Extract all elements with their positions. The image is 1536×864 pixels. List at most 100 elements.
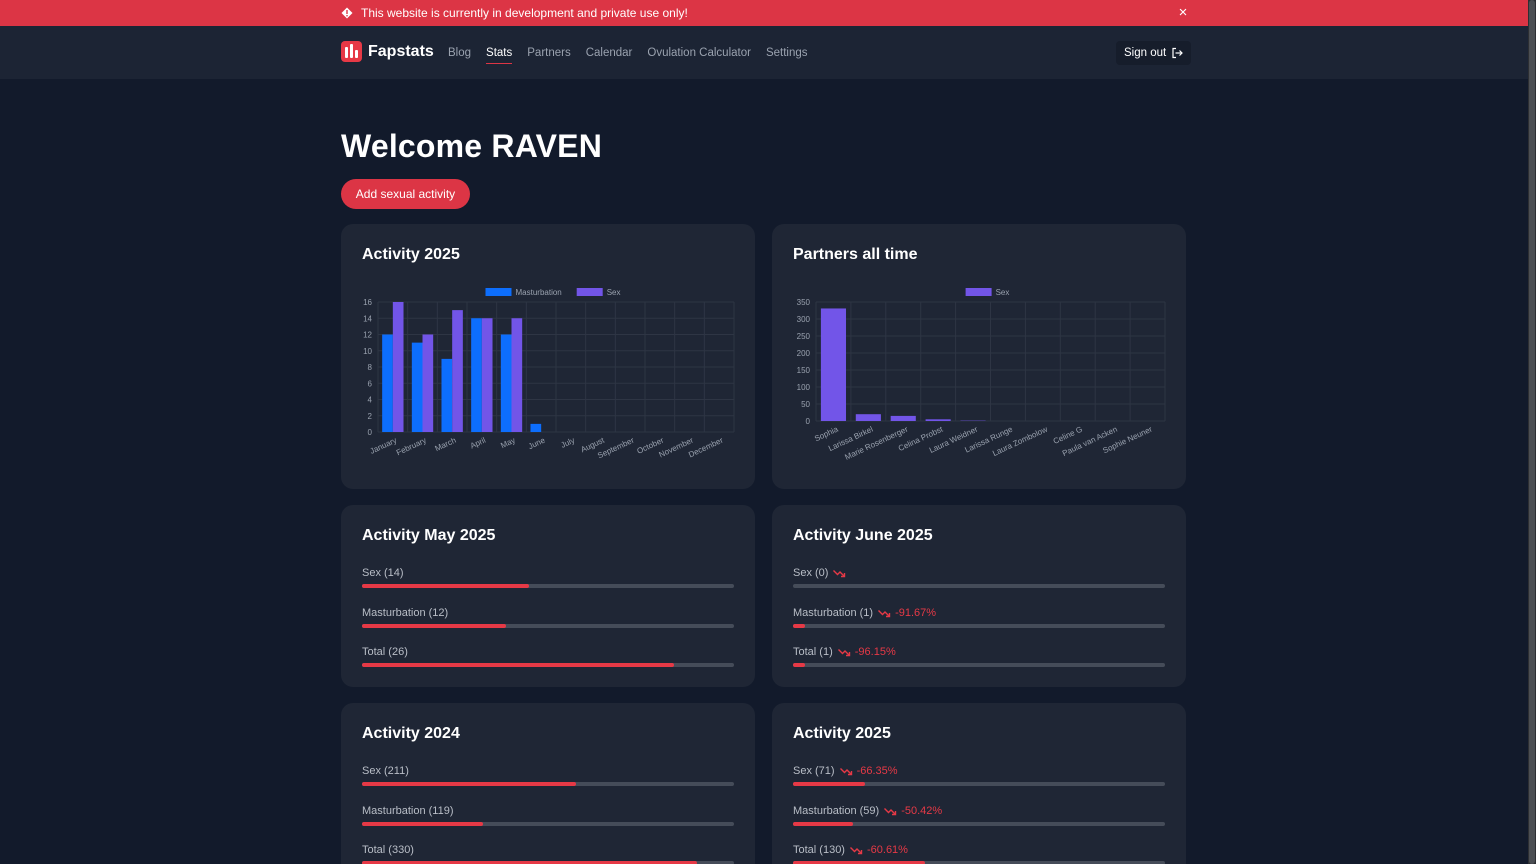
page-title: Welcome RAVEN (341, 128, 603, 164)
progress-label-row: Sex (0) (793, 566, 1165, 580)
progress-label-row: Sex (71) -66.35% (793, 764, 1165, 778)
progress-track (793, 663, 1165, 667)
bar-masturbation[interactable] (500, 334, 512, 433)
activity-2024-title: Activity 2024 (362, 725, 460, 742)
progress-fill (362, 663, 675, 667)
partners-chart-card: Partners all time 0 50 100 150 200 250 300 350 S… (772, 224, 1186, 489)
close-banner-button[interactable]: × (1176, 5, 1190, 21)
legend-label[interactable]: Masturbation (516, 288, 562, 297)
nav-link-calendar[interactable]: Calendar (586, 47, 633, 59)
trend-indicator: -91.67% (878, 607, 936, 619)
legend-label[interactable]: Sex (996, 288, 1010, 297)
trend-indicator: -96.15% (837, 646, 896, 658)
bar-sex[interactable] (925, 419, 951, 421)
activity-bar-chart: 0 2 4 6 8 10 12 14 16 JanuaryFebruary March April Ma… (363, 288, 735, 460)
dev-banner-content: This website is currently in development… (341, 0, 688, 26)
legend-swatch[interactable] (965, 288, 992, 296)
nav-link-blog[interactable]: Blog (448, 47, 471, 59)
progress-label: Total (130) (793, 844, 845, 856)
brand-link[interactable]: Fapstats (341, 41, 434, 62)
dev-banner: This website is currently in development… (0, 0, 1528, 26)
progress-label-row: Sex (211) (362, 764, 734, 778)
x-tick-label: June (527, 435, 547, 451)
progress-label: Total (330) (362, 844, 414, 856)
trend-percent: -60.61% (866, 844, 908, 856)
bar-masturbation[interactable] (411, 342, 423, 432)
sign-out-button[interactable]: Sign out (1116, 41, 1192, 65)
progress-item: Sex (0) (793, 566, 1165, 588)
progress-label-row: Total (330) (362, 843, 734, 857)
bar-sex[interactable] (890, 415, 916, 421)
progress-label: Masturbation (1) (793, 607, 874, 619)
bar-sex[interactable] (511, 318, 523, 432)
y-tick-label: 0 (806, 417, 811, 426)
progress-item: Masturbation (119) (362, 804, 734, 826)
progress-label-row: Total (26) (362, 645, 734, 659)
progress-fill (793, 624, 805, 628)
progress-label-row: Sex (14) (362, 566, 734, 580)
bar-sex[interactable] (392, 302, 404, 432)
progress-track (362, 782, 734, 786)
progress-item: Sex (14) (362, 566, 734, 588)
activity-chart-card: Activity 2025 0 2 4 6 8 10 12 14 16 January Februa… (341, 224, 755, 489)
activity-2025-summary-card: Activity 2025 Sex (71) -66.35% Masturbatio… (772, 703, 1186, 864)
sign-out-icon (1172, 47, 1184, 59)
bar-sex[interactable] (422, 334, 434, 433)
x-tick-label: February (395, 436, 428, 458)
progress-label: Sex (14) (362, 567, 404, 579)
y-tick-label: 2 (368, 412, 373, 421)
progress-track (793, 624, 1165, 628)
sign-out-label: Sign out (1124, 47, 1167, 59)
bar-sex[interactable] (452, 310, 463, 432)
progress-label: Sex (0) (793, 567, 829, 579)
nav-link-settings[interactable]: Settings (766, 47, 808, 59)
activity-may-card: Activity May 2025 Sex (14) Masturbation (… (341, 505, 755, 687)
progress-track (362, 663, 734, 667)
progress-label: Sex (211) (362, 765, 409, 777)
y-tick-label: 6 (368, 379, 373, 388)
progress-item: Total (130) -60.61% (793, 843, 1165, 864)
bar-sex[interactable] (820, 308, 847, 421)
y-tick-label: 300 (797, 315, 811, 324)
y-tick-label: 350 (797, 298, 811, 307)
y-tick-label: 12 (363, 331, 372, 340)
legend-label[interactable]: Sex (607, 288, 621, 297)
trend-percent: -66.35% (856, 765, 898, 777)
bar-sex[interactable] (481, 318, 493, 432)
page-scrollbar-thumb[interactable] (1529, 0, 1535, 864)
progress-item: Masturbation (59) -50.42% (793, 804, 1165, 826)
trend-percent: -91.67% (895, 607, 937, 619)
legend-swatch[interactable] (576, 288, 603, 296)
warning-diamond-icon (341, 7, 353, 19)
nav-link-ovulation-calculator[interactable]: Ovulation Calculator (647, 47, 751, 59)
bar-masturbation[interactable] (471, 318, 482, 432)
add-sexual-activity-button[interactable]: Add sexual activity (341, 179, 470, 209)
nav-link-stats[interactable]: Stats (486, 47, 513, 64)
nav-link-partners[interactable]: Partners (527, 47, 570, 59)
legend-swatch[interactable] (485, 288, 512, 296)
progress-label: Masturbation (119) (362, 805, 454, 817)
progress-label-row: Masturbation (12) (362, 606, 734, 620)
progress-fill (362, 624, 506, 628)
x-tick-label: December (687, 436, 725, 460)
progress-track (793, 584, 1165, 588)
trend-down-icon (839, 767, 852, 775)
partners-bar-chart: 050100150200250300350SophiaLarissa Birke… (797, 288, 1166, 462)
bar-masturbation[interactable] (441, 358, 453, 432)
bar-sex[interactable] (855, 414, 881, 421)
progress-fill (793, 663, 805, 667)
y-tick-label: 10 (363, 347, 372, 356)
y-tick-label: 150 (797, 366, 811, 375)
trend-indicator: -60.61% (849, 844, 908, 856)
logo-icon (341, 41, 362, 62)
progress-item: Total (330) (362, 843, 734, 864)
progress-item: Total (26) (362, 645, 734, 667)
x-tick-label: July (559, 436, 576, 450)
progress-fill (362, 584, 530, 588)
activity-june-card: Activity June 2025 Sex (0) Masturbation (… (772, 505, 1186, 687)
progress-label-row: Masturbation (1) -91.67% (793, 606, 1165, 620)
bar-masturbation[interactable] (530, 423, 542, 432)
trend-indicator: -66.35% (839, 765, 898, 777)
navbar: Fapstats Blog Stats Partners Calendar Ov… (0, 26, 1528, 79)
bar-masturbation[interactable] (382, 334, 393, 433)
